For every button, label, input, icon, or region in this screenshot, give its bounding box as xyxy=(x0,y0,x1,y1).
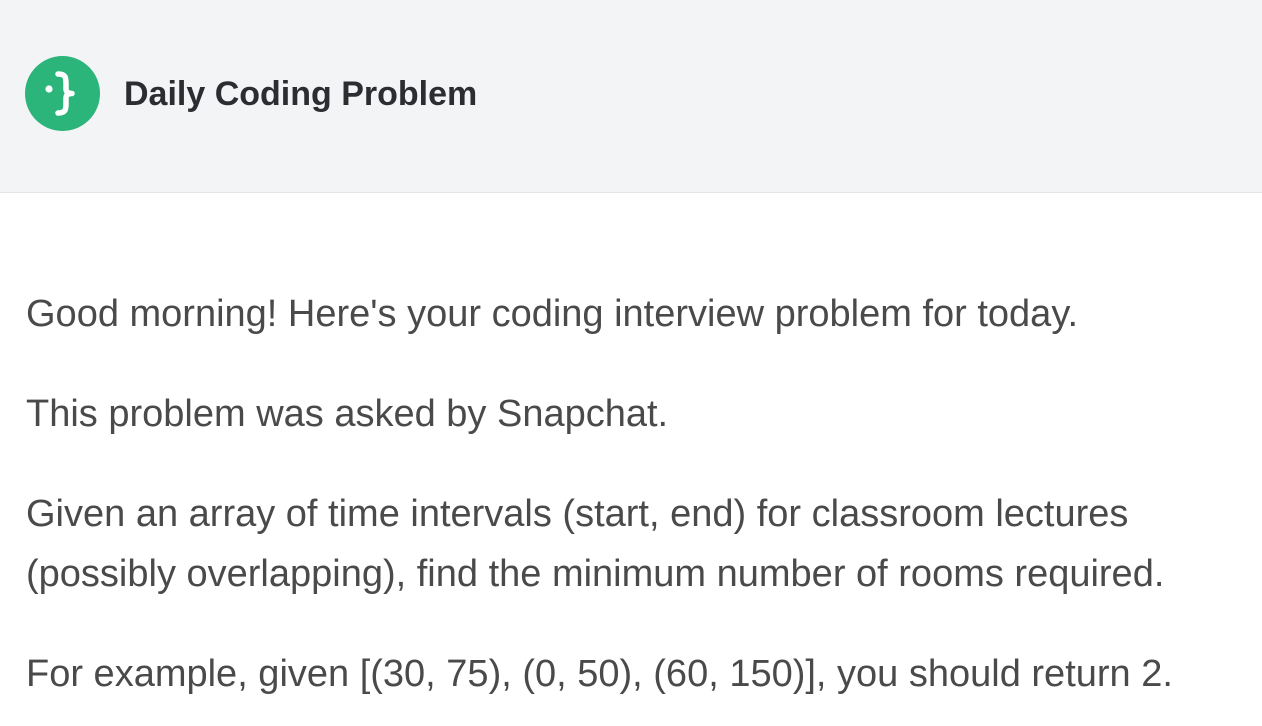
greeting-text: Good morning! Here's your coding intervi… xyxy=(26,293,1079,335)
email-header: Daily Coding Problem xyxy=(0,0,1262,193)
example-text: For example, given [(30, 75), (0, 50), (… xyxy=(26,653,1173,695)
problem-statement: Given an array of time intervals (start,… xyxy=(26,493,1165,595)
asked-by-text: This problem was asked by Snapchat. xyxy=(26,393,669,435)
brand-name: Daily Coding Problem xyxy=(124,75,478,113)
curly-brace-face-icon[interactable] xyxy=(25,56,100,131)
logo-glyph xyxy=(45,71,75,116)
